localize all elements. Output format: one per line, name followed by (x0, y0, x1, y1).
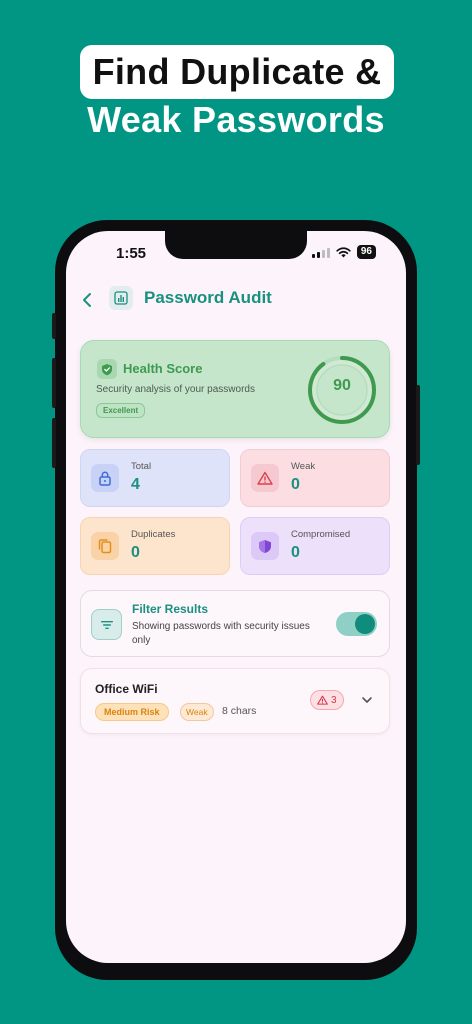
health-score-card: Health Score Security analysis of your p… (80, 340, 390, 438)
filter-title: Filter Results (132, 602, 209, 616)
status-time: 1:55 (116, 245, 147, 262)
volume-up-button (52, 358, 56, 408)
health-status-badge: Excellent (96, 403, 146, 418)
lock-icon (99, 471, 111, 486)
stat-icon-box (251, 532, 279, 560)
stat-label: Compromised (291, 529, 351, 540)
filter-toggle[interactable] (336, 612, 377, 636)
copy-icon (98, 539, 112, 554)
strength-badge: Weak (180, 703, 214, 721)
stat-label: Total (131, 461, 152, 472)
filter-icon (100, 620, 113, 629)
stat-value: 0 (291, 476, 300, 493)
power-button (416, 385, 420, 465)
length-label: 8 chars (222, 705, 257, 717)
filter-icon-box (91, 609, 122, 640)
filter-subtitle: Showing passwords with security issues o… (132, 621, 310, 646)
chevron-left-icon (83, 293, 91, 307)
entry-title: Office WiFi (95, 682, 158, 696)
health-score-value: 90 (333, 377, 351, 394)
health-score-title: Health Score (123, 361, 203, 376)
stat-card-duplicates[interactable]: Duplicates 0 (80, 517, 230, 575)
chart-icon (114, 291, 128, 305)
stat-card-compromised[interactable]: Compromised 0 (240, 517, 390, 575)
filter-results-card: Filter Results Showing passwords with se… (80, 590, 390, 657)
stat-value: 0 (131, 544, 140, 561)
status-icons: 96 (311, 245, 376, 259)
shield-icon (259, 539, 271, 553)
health-score-subtitle: Security analysis of your passwords (96, 384, 255, 395)
stat-value: 4 (131, 476, 140, 493)
stat-label: Weak (291, 461, 316, 472)
chevron-down-icon[interactable] (360, 693, 374, 707)
stat-icon-box (91, 464, 119, 492)
headline-line-2: Weak Passwords (87, 99, 385, 140)
page-title: Password Audit (144, 288, 272, 307)
risk-badge: Medium Risk (95, 703, 169, 721)
headline-line-1: Find Duplicate & (80, 45, 394, 99)
stat-icon-box (91, 532, 119, 560)
volume-down-button (52, 418, 56, 468)
warning-icon (257, 471, 273, 485)
notch (165, 231, 307, 259)
back-button[interactable] (80, 291, 100, 311)
health-shield-icon-box (97, 359, 117, 379)
stat-icon-box (251, 464, 279, 492)
warning-icon (317, 695, 328, 705)
battery-indicator: 96 (356, 245, 376, 259)
stat-label: Duplicates (131, 529, 176, 540)
wifi-icon (336, 246, 351, 257)
issues-badge: 3 (310, 690, 344, 710)
password-entry[interactable]: Office WiFi Medium Risk Weak 8 chars 3 (80, 668, 390, 734)
stat-card-total[interactable]: Total 4 (80, 449, 230, 507)
signal-icon (311, 247, 330, 258)
phone-frame: 1:55 96 Password Audit Health Score Secu… (52, 220, 420, 980)
issues-count: 3 (331, 694, 337, 706)
stat-value: 0 (291, 544, 300, 561)
silent-switch (52, 313, 56, 339)
shield-check-icon (102, 363, 112, 375)
app-screen: 1:55 96 Password Audit Health Score Secu… (66, 231, 406, 963)
stat-card-weak[interactable]: Weak 0 (240, 449, 390, 507)
toggle-knob (355, 614, 375, 634)
page-icon (109, 286, 133, 310)
